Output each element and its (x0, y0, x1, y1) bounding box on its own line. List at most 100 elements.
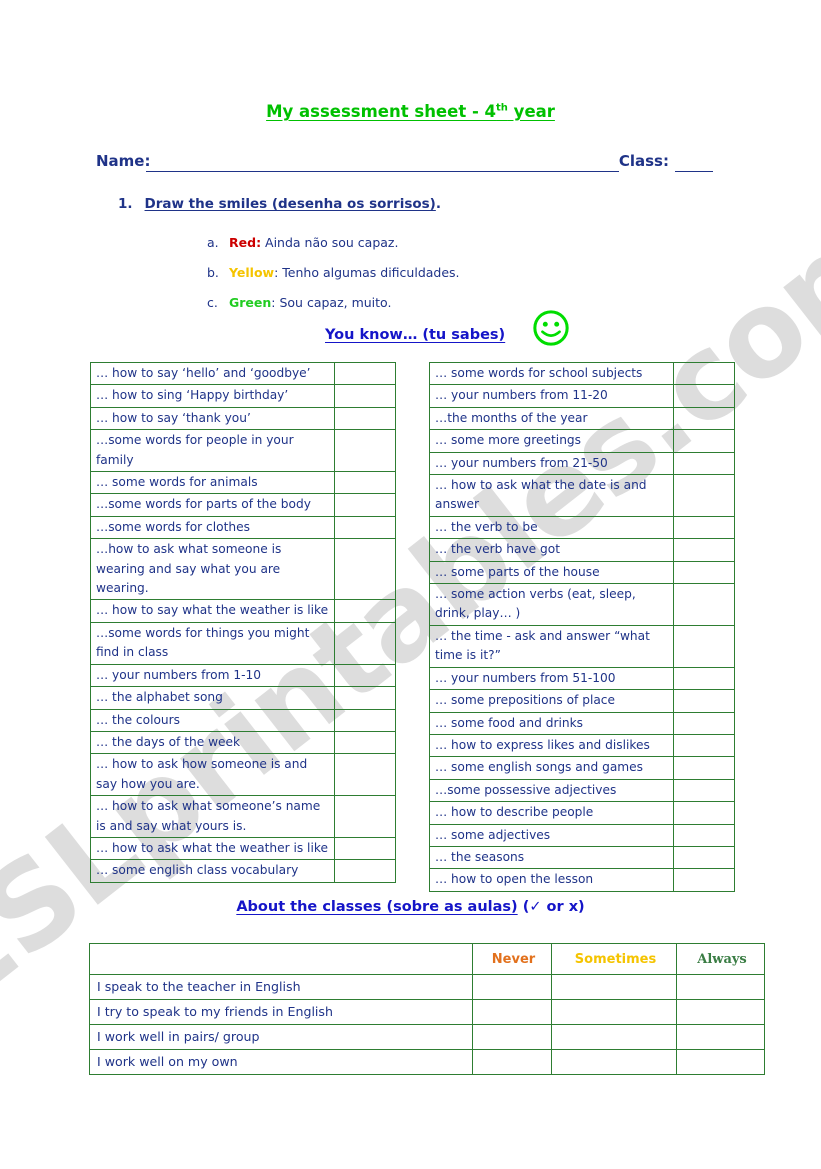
legend-item-red: a. Red: Ainda não sou capaz. (207, 235, 398, 250)
table-row: … how to ask what someone’s name is and … (90, 795, 396, 838)
table-row: … some english songs and games (429, 756, 735, 780)
class-statement-label: I try to speak to my friends in English (89, 999, 473, 1025)
know-item-checkbox[interactable] (673, 823, 735, 847)
know-item-checkbox[interactable] (334, 406, 396, 431)
legend-key-green: Green (229, 295, 272, 310)
know-item-label: … the colours (90, 708, 335, 732)
know-item-label: … the time - ask and answer “what time i… (429, 624, 674, 668)
know-item-label: … your numbers from 11-20 (429, 384, 674, 408)
class-rating-cell-never[interactable] (472, 999, 552, 1025)
know-item-checkbox[interactable] (673, 384, 735, 408)
know-item-checkbox[interactable] (334, 599, 396, 623)
instruction-1-number: 1. (118, 196, 133, 212)
know-item-checkbox[interactable] (673, 583, 735, 626)
class-statement-label: I speak to the teacher in English (89, 974, 473, 1000)
know-item-checkbox[interactable] (334, 538, 396, 601)
know-item-label: … how to sing ‘Happy birthday’ (90, 384, 335, 408)
know-item-checkbox[interactable] (673, 868, 735, 892)
know-item-checkbox[interactable] (673, 474, 735, 517)
class-input-rule[interactable] (675, 171, 713, 172)
know-item-checkbox[interactable] (334, 836, 396, 861)
know-item-checkbox[interactable] (673, 429, 735, 453)
class-rating-cell-always[interactable] (676, 1024, 765, 1050)
legend-item-yellow: b. Yellow: Tenho algumas dificuldades. (207, 265, 460, 280)
page-title-suffix: year (507, 102, 555, 121)
table-row: … some action verbs (eat, sleep, drink, … (429, 583, 735, 626)
table-row: …some words for parts of the body (90, 493, 396, 517)
page-title-main: My assessment sheet - 4 (266, 102, 497, 121)
know-item-checkbox[interactable] (673, 689, 735, 713)
class-rating-cell-never[interactable] (472, 974, 552, 1000)
class-rating-cell-sometimes[interactable] (551, 999, 677, 1025)
table-row: I work well on my own (89, 1049, 765, 1075)
know-item-checkbox[interactable] (673, 515, 735, 540)
know-item-checkbox[interactable] (673, 801, 735, 825)
know-item-checkbox[interactable] (334, 859, 396, 883)
name-input-rule[interactable] (146, 171, 619, 172)
know-item-label: … some words for school subjects (429, 361, 674, 386)
class-rating-cell-always[interactable] (676, 999, 765, 1025)
page-title-ordinal: th (496, 102, 508, 114)
know-item-checkbox[interactable] (334, 361, 396, 386)
know-checklist-left: … how to say ‘hello’ and ‘goodbye’… how … (90, 361, 396, 883)
table-row: … your numbers from 21-50 (429, 451, 735, 476)
know-item-checkbox[interactable] (334, 686, 396, 710)
about-classes-table: Never Sometimes Always I speak to the te… (89, 943, 765, 1075)
class-rating-cell-sometimes[interactable] (551, 1049, 677, 1075)
know-item-checkbox[interactable] (334, 429, 396, 473)
know-item-checkbox[interactable] (673, 733, 735, 758)
know-item-label: … the alphabet song (90, 686, 335, 710)
know-item-checkbox[interactable] (334, 730, 396, 755)
classes-table-body: I speak to the teacher in English I try t… (89, 974, 765, 1075)
know-item-label: …some words for parts of the body (90, 493, 335, 517)
classes-header-sometimes: Sometimes (551, 943, 677, 975)
class-rating-cell-always[interactable] (676, 974, 765, 1000)
know-item-label: … how to express likes and dislikes (429, 733, 674, 758)
table-row: … your numbers from 1-10 (90, 663, 396, 688)
know-item-label: … some english class vocabulary (90, 859, 335, 883)
know-item-checkbox[interactable] (673, 361, 735, 386)
know-item-checkbox[interactable] (334, 621, 396, 665)
table-row: …how to ask what someone is wearing and … (90, 538, 396, 601)
know-item-checkbox[interactable] (673, 778, 735, 803)
know-item-label: … your numbers from 51-100 (429, 666, 674, 691)
know-item-checkbox[interactable] (673, 560, 735, 585)
table-row: … the verb to be (429, 515, 735, 540)
class-rating-cell-sometimes[interactable] (551, 1024, 677, 1050)
know-item-checkbox[interactable] (673, 624, 735, 668)
know-item-label: …some possessive adjectives (429, 778, 674, 803)
know-item-checkbox[interactable] (673, 711, 735, 735)
know-item-checkbox[interactable] (673, 756, 735, 780)
know-item-checkbox[interactable] (334, 753, 396, 797)
know-item-label: …how to ask what someone is wearing and … (90, 538, 335, 601)
about-classes-heading-tail: (✓ or x) (517, 899, 585, 915)
class-rating-cell-never[interactable] (472, 1049, 552, 1075)
class-rating-cell-always[interactable] (676, 1049, 765, 1075)
know-item-checkbox[interactable] (673, 406, 735, 431)
about-classes-heading-text: About the classes (sobre as aulas) (236, 899, 518, 915)
know-item-checkbox[interactable] (673, 538, 735, 562)
know-item-label: …the months of the year (429, 406, 674, 431)
know-item-label: … the seasons (429, 845, 674, 870)
know-item-checkbox[interactable] (334, 708, 396, 732)
know-item-checkbox[interactable] (673, 845, 735, 870)
know-item-checkbox[interactable] (334, 795, 396, 838)
classes-table-head: Never Sometimes Always (89, 943, 765, 975)
you-know-heading: You know… (tu sabes) (325, 327, 506, 343)
table-row: … how to say ‘hello’ and ‘goodbye’ (90, 361, 396, 386)
know-item-checkbox[interactable] (334, 515, 396, 540)
class-rating-cell-never[interactable] (472, 1024, 552, 1050)
know-item-checkbox[interactable] (334, 471, 396, 495)
table-row: … some more greetings (429, 429, 735, 453)
know-item-label: … some more greetings (429, 429, 674, 453)
know-item-checkbox[interactable] (673, 451, 735, 476)
know-item-checkbox[interactable] (334, 384, 396, 408)
student-info-row: Name: Class: (96, 152, 716, 174)
classes-header-never: Never (472, 943, 552, 975)
class-statement-label: I work well in pairs/ group (89, 1024, 473, 1050)
know-item-checkbox[interactable] (334, 493, 396, 517)
instruction-1: 1. Draw the smiles (desenha os sorrisos). (118, 196, 441, 212)
know-item-checkbox[interactable] (673, 666, 735, 691)
know-item-checkbox[interactable] (334, 663, 396, 688)
class-rating-cell-sometimes[interactable] (551, 974, 677, 1000)
